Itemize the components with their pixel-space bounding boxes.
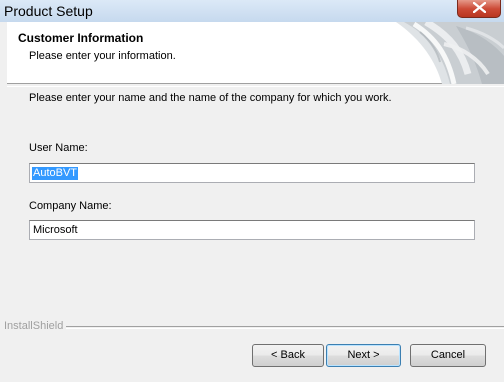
user-name-field[interactable]: AutoBVT bbox=[29, 163, 475, 183]
user-name-value: AutoBVT bbox=[32, 167, 79, 180]
installshield-header-art bbox=[396, 22, 504, 84]
close-icon bbox=[473, 2, 486, 13]
title-bar[interactable]: Product Setup bbox=[0, 0, 504, 22]
close-button[interactable] bbox=[457, 0, 501, 18]
next-button[interactable]: Next > bbox=[326, 344, 401, 367]
footer-divider bbox=[66, 326, 504, 329]
page-subtitle: Please enter your information. bbox=[29, 50, 176, 62]
window-title: Product Setup bbox=[4, 3, 93, 19]
company-name-value: Microsoft bbox=[33, 224, 78, 236]
back-button[interactable]: < Back bbox=[252, 344, 324, 367]
instruction-text: Please enter your name and the name of t… bbox=[29, 92, 392, 104]
company-name-label: Company Name: bbox=[29, 200, 112, 212]
cancel-button[interactable]: Cancel bbox=[410, 344, 486, 367]
installshield-brand: InstallShield bbox=[4, 320, 64, 332]
setup-window: Product Setup Customer Information Pleas… bbox=[0, 0, 504, 382]
company-name-field[interactable]: Microsoft bbox=[29, 220, 475, 240]
page-title: Customer Information bbox=[18, 31, 144, 45]
header-panel: Customer Information Please enter your i… bbox=[7, 22, 504, 84]
header-divider bbox=[7, 86, 504, 87]
user-name-label: User Name: bbox=[29, 142, 88, 154]
dialog-body: Customer Information Please enter your i… bbox=[0, 22, 504, 382]
